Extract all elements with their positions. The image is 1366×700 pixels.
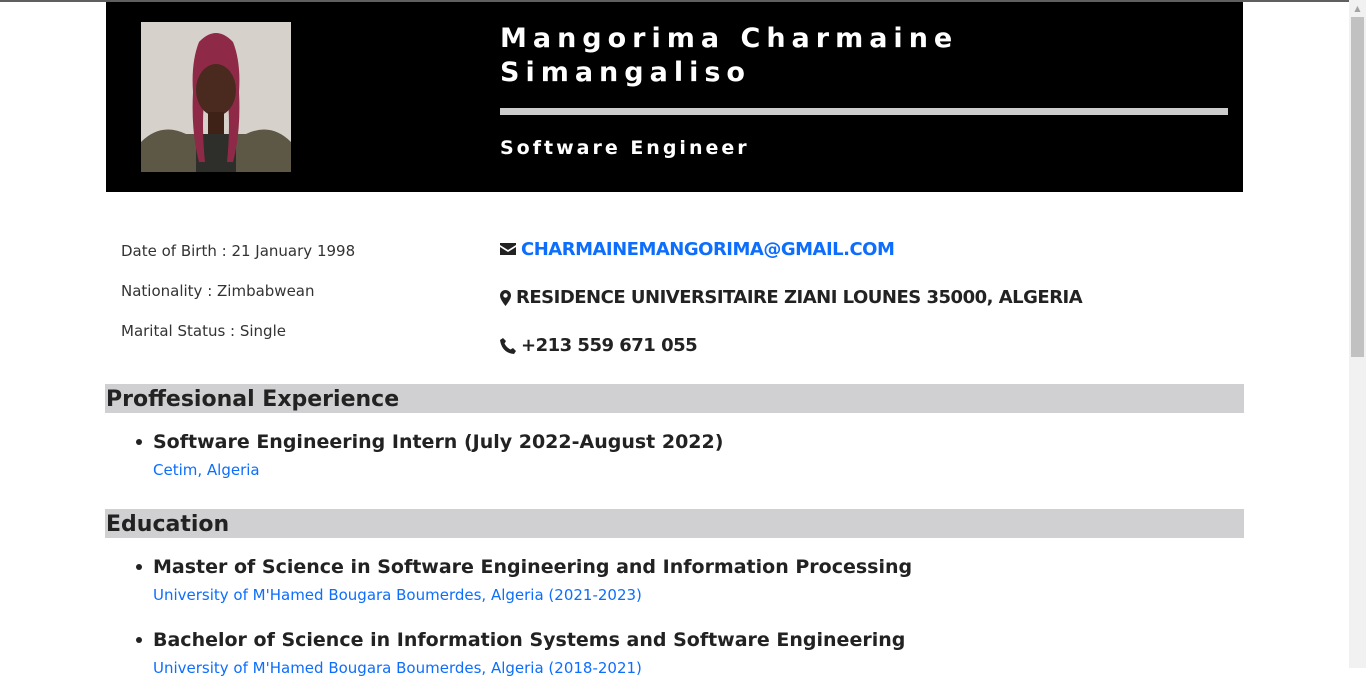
marital-status: Marital Status : Single [121, 322, 286, 340]
education-section-header: Education [105, 509, 1244, 538]
full-name: Mangorima Charmaine Simangaliso [500, 23, 959, 88]
phone-icon [500, 338, 516, 354]
list-item: Master of Science in Software Engineerin… [135, 554, 913, 605]
list-item: Bachelor of Science in Information Syste… [135, 627, 912, 678]
contact-details: CHARMAINEMANGORIMA@GMAIL.COM RESIDENCE U… [500, 239, 1083, 383]
entry-title: Bachelor of Science in Information Syste… [153, 629, 906, 651]
resume-page: Mangorima Charmaine Simangaliso Software… [105, 2, 1244, 677]
entry-title: Software Engineering Intern (July 2022-A… [153, 431, 724, 453]
address-row: RESIDENCE UNIVERSITAIRE ZIANI LOUNES 350… [500, 287, 1083, 335]
nationality: Nationality : Zimbabwean [121, 282, 315, 300]
scroll-thumb[interactable] [1351, 17, 1364, 357]
entry-subtitle: University of M'Hamed Bougara Boumerdes,… [153, 659, 642, 677]
phone-text: +213 559 671 055 [521, 335, 698, 356]
experience-heading: Proffesional Experience [106, 387, 400, 412]
entry-subtitle: Cetim, Algeria [153, 461, 260, 479]
resume-header: Mangorima Charmaine Simangaliso Software… [106, 2, 1243, 192]
scroll-up-arrow-icon[interactable]: ▲ [1349, 0, 1366, 17]
experience-list: Software Engineering Intern (July 2022-A… [135, 429, 724, 502]
vertical-scrollbar[interactable]: ▲ [1349, 0, 1366, 668]
profile-photo [141, 22, 291, 172]
header-divider [500, 108, 1228, 115]
phone-row: +213 559 671 055 [500, 335, 1082, 383]
envelope-icon [500, 243, 516, 255]
entry-subtitle: University of M'Hamed Bougara Boumerdes,… [153, 586, 642, 604]
email-link[interactable]: CHARMAINEMANGORIMA@GMAIL.COM [521, 239, 895, 260]
experience-section-header: Proffesional Experience [105, 384, 1244, 413]
list-item: Software Engineering Intern (July 2022-A… [135, 429, 724, 480]
map-marker-icon [500, 290, 511, 306]
email-row: CHARMAINEMANGORIMA@GMAIL.COM [500, 239, 1082, 287]
job-title: Software Engineer [500, 137, 750, 159]
address-text: RESIDENCE UNIVERSITAIRE ZIANI LOUNES 350… [516, 287, 1083, 308]
education-heading: Education [106, 512, 230, 537]
education-list: Master of Science in Software Engineerin… [135, 554, 913, 700]
date-of-birth: Date of Birth : 21 January 1998 [121, 242, 356, 260]
entry-title: Master of Science in Software Engineerin… [153, 556, 913, 578]
personal-details: Date of Birth : 21 January 1998 National… [121, 242, 355, 362]
